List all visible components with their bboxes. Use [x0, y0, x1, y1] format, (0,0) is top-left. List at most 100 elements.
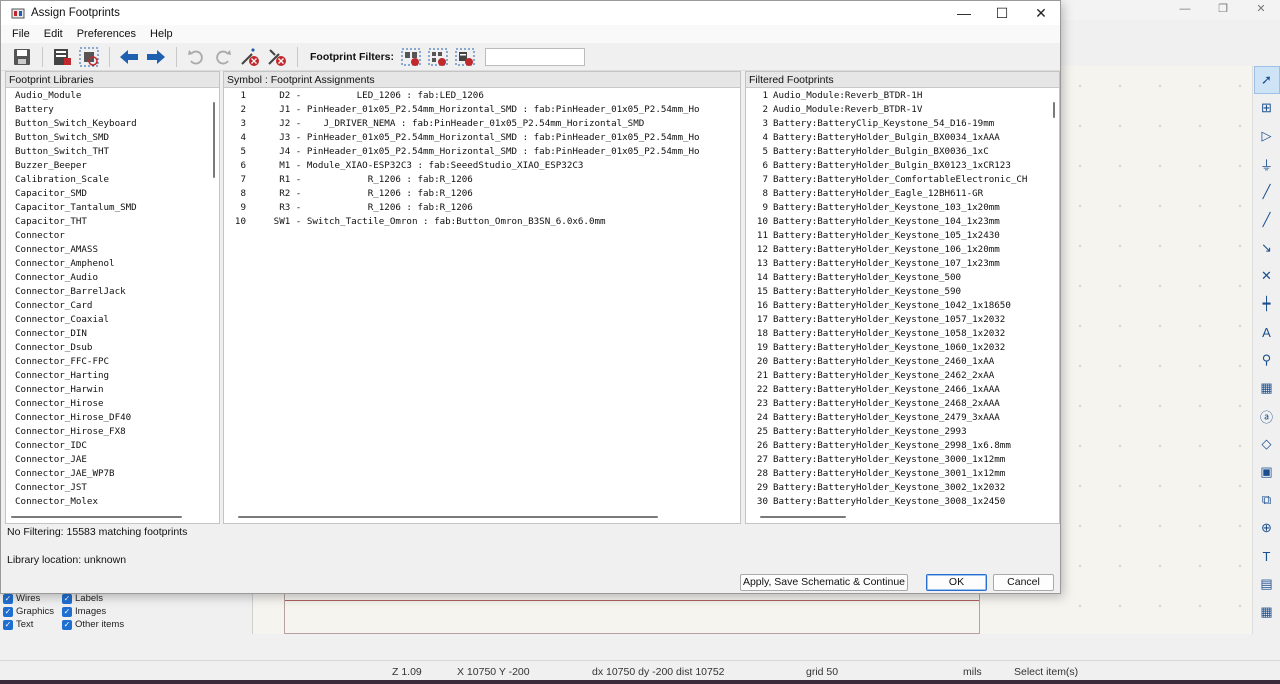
- menu-preferences[interactable]: Preferences: [70, 28, 143, 40]
- footprint-row[interactable]: 8 Battery:BatteryHolder_Eagle_12BH611-GR: [746, 187, 1059, 201]
- assignment-row[interactable]: 8 R2 - R_1206 : fab:R_1206: [224, 187, 740, 201]
- maximize-icon[interactable]: ☐: [983, 1, 1021, 25]
- footprint-row[interactable]: 12 Battery:BatteryHolder_Keystone_106_1x2…: [746, 243, 1059, 257]
- wire-tool-icon[interactable]: ╱: [1254, 178, 1280, 206]
- delete-all-associations-icon[interactable]: [264, 45, 290, 69]
- library-item[interactable]: Calibration_Scale: [15, 173, 219, 187]
- library-item[interactable]: Button_Switch_THT: [15, 145, 219, 159]
- import-sheet-icon[interactable]: ⧉: [1254, 486, 1280, 514]
- assignment-row[interactable]: 6 M1 - Module_XIAO-ESP32C3 : fab:SeeedSt…: [224, 159, 740, 173]
- filter-images-checkbox[interactable]: ✓ Images: [62, 606, 106, 617]
- library-item[interactable]: Connector_Audio: [15, 271, 219, 285]
- footprint-filter-input[interactable]: [485, 47, 585, 66]
- library-item[interactable]: Connector_Hirose_FX8: [15, 425, 219, 439]
- filter-labels-checkbox[interactable]: ✓ Labels: [62, 593, 103, 604]
- footprint-row[interactable]: 17 Battery:BatteryHolder_Keystone_1057_1x…: [746, 313, 1059, 327]
- footprint-row[interactable]: 13 Battery:BatteryHolder_Keystone_107_1x2…: [746, 257, 1059, 271]
- library-item[interactable]: Capacitor_Tantalum_SMD: [15, 201, 219, 215]
- select-tool-icon[interactable]: ➚: [1253, 66, 1280, 94]
- footprint-row[interactable]: 28 Battery:BatteryHolder_Keystone_3001_1x…: [746, 467, 1059, 481]
- undo-icon[interactable]: [183, 45, 209, 69]
- redo-icon[interactable]: [210, 45, 236, 69]
- footprint-row[interactable]: 16 Battery:BatteryHolder_Keystone_1042_1x…: [746, 299, 1059, 313]
- library-item[interactable]: Connector_Hirose: [15, 397, 219, 411]
- library-item[interactable]: Audio_Module: [15, 89, 219, 103]
- filter-other-items-checkbox[interactable]: ✓ Other items: [62, 619, 124, 630]
- footprint-row[interactable]: 19 Battery:BatteryHolder_Keystone_1060_1x…: [746, 341, 1059, 355]
- net-label-icon[interactable]: A: [1254, 318, 1280, 346]
- footprint-libraries-list[interactable]: Audio_Module Battery Button_Switch_Keyboar…: [6, 88, 219, 509]
- text-tool-icon[interactable]: T: [1254, 542, 1280, 570]
- bus-entry-icon[interactable]: ↘: [1254, 234, 1280, 262]
- assignments-horizontal-scrollbar[interactable]: [238, 516, 658, 518]
- library-item[interactable]: Connector_AMASS: [15, 243, 219, 257]
- restore-icon[interactable]: ❐: [1204, 0, 1242, 20]
- footprint-row[interactable]: 26 Battery:BatteryHolder_Keystone_2998_1x…: [746, 439, 1059, 453]
- apply-save-continue-button[interactable]: Apply, Save Schematic & Continue: [740, 574, 908, 591]
- library-item[interactable]: Connector_Harting: [15, 369, 219, 383]
- power-symbol-icon[interactable]: ⏚: [1254, 150, 1280, 178]
- library-item[interactable]: Buzzer_Beeper: [15, 159, 219, 173]
- sheet-pin-icon[interactable]: ⊕: [1254, 514, 1280, 542]
- footprint-library-icon[interactable]: [49, 45, 75, 69]
- next-unassigned-icon[interactable]: [143, 45, 169, 69]
- filtered-horizontal-scrollbar[interactable]: [760, 516, 846, 518]
- assignment-row[interactable]: 7 R1 - R_1206 : fab:R_1206: [224, 173, 740, 187]
- textbox-tool-icon[interactable]: ▤: [1254, 570, 1280, 598]
- assignment-row[interactable]: 10 SW1 - Switch_Tactile_Omron : fab:Butt…: [224, 215, 740, 229]
- save-icon[interactable]: [9, 45, 35, 69]
- filter-by-keywords-icon[interactable]: [398, 45, 424, 69]
- footprint-row[interactable]: 24 Battery:BatteryHolder_Keystone_2479_3x…: [746, 411, 1059, 425]
- filtered-vertical-scrollbar[interactable]: [1053, 102, 1055, 118]
- library-item[interactable]: Button_Switch_SMD: [15, 131, 219, 145]
- footprint-row[interactable]: 25 Battery:BatteryHolder_Keystone_2993: [746, 425, 1059, 439]
- filter-by-pin-count-icon[interactable]: [425, 45, 451, 69]
- filter-graphics-checkbox[interactable]: ✓ Graphics: [3, 606, 54, 617]
- auto-associate-icon[interactable]: [237, 45, 263, 69]
- footprint-row[interactable]: 14 Battery:BatteryHolder_Keystone_500: [746, 271, 1059, 285]
- library-item[interactable]: Connector_JAE_WP7B: [15, 467, 219, 481]
- close-icon[interactable]: ✕: [1242, 0, 1280, 20]
- library-item[interactable]: Button_Switch_Keyboard: [15, 117, 219, 131]
- minimize-icon[interactable]: —: [945, 1, 983, 25]
- library-item[interactable]: Connector_Hirose_DF40: [15, 411, 219, 425]
- footprint-row[interactable]: 29 Battery:BatteryHolder_Keystone_3002_1x…: [746, 481, 1059, 495]
- footprint-row[interactable]: 30 Battery:BatteryHolder_Keystone_3008_1x…: [746, 495, 1059, 509]
- footprint-row[interactable]: 9 Battery:BatteryHolder_Keystone_103_1x20…: [746, 201, 1059, 215]
- assignment-row[interactable]: 4 J3 - PinHeader_01x05_P2.54mm_Horizonta…: [224, 131, 740, 145]
- library-item[interactable]: Connector_JAE: [15, 453, 219, 467]
- junction-icon[interactable]: ┿: [1254, 290, 1280, 318]
- view-footprint-icon[interactable]: [76, 45, 102, 69]
- filtered-footprints-list[interactable]: 1 Audio_Module:Reverb_BTDR-1H 2 Audio_Modul…: [746, 88, 1059, 509]
- footprint-row[interactable]: 23 Battery:BatteryHolder_Keystone_2468_2x…: [746, 397, 1059, 411]
- net-class-icon[interactable]: ⚲: [1254, 346, 1280, 374]
- footprint-row[interactable]: 15 Battery:BatteryHolder_Keystone_590: [746, 285, 1059, 299]
- footprint-row[interactable]: 22 Battery:BatteryHolder_Keystone_2466_1x…: [746, 383, 1059, 397]
- library-item[interactable]: Connector_Dsub: [15, 341, 219, 355]
- sheet-tool-icon[interactable]: ▣: [1254, 458, 1280, 486]
- library-item[interactable]: Connector_Molex: [15, 495, 219, 509]
- ok-button[interactable]: OK: [926, 574, 987, 591]
- cancel-button[interactable]: Cancel: [993, 574, 1054, 591]
- libraries-vertical-scrollbar[interactable]: [213, 102, 215, 178]
- library-item[interactable]: Connector_JST: [15, 481, 219, 495]
- footprint-row[interactable]: 21 Battery:BatteryHolder_Keystone_2462_2x…: [746, 369, 1059, 383]
- assignment-row[interactable]: 3 J2 - J_DRIVER_NEMA : fab:PinHeader_01x…: [224, 117, 740, 131]
- library-item[interactable]: Connector_DIN: [15, 327, 219, 341]
- footprint-row[interactable]: 11 Battery:BatteryHolder_Keystone_105_1x2…: [746, 229, 1059, 243]
- library-item[interactable]: Connector: [15, 229, 219, 243]
- library-item[interactable]: Connector_FFC-FPC: [15, 355, 219, 369]
- menu-file[interactable]: File: [5, 28, 37, 40]
- footprint-row[interactable]: 7 Battery:BatteryHolder_ComfortableElectr…: [746, 173, 1059, 187]
- assignment-row[interactable]: 2 J1 - PinHeader_01x05_P2.54mm_Horizonta…: [224, 103, 740, 117]
- library-item[interactable]: Connector_Harwin: [15, 383, 219, 397]
- footprint-row[interactable]: 1 Audio_Module:Reverb_BTDR-1H: [746, 89, 1059, 103]
- hierarchical-pin-icon[interactable]: ◇: [1254, 430, 1280, 458]
- footprint-row[interactable]: 4 Battery:BatteryHolder_Bulgin_BX0034_1xA…: [746, 131, 1059, 145]
- footprint-row[interactable]: 10 Battery:BatteryHolder_Keystone_104_1x2…: [746, 215, 1059, 229]
- previous-unassigned-icon[interactable]: [116, 45, 142, 69]
- library-item[interactable]: Connector_Card: [15, 299, 219, 313]
- add-symbol-icon[interactable]: ▷: [1254, 122, 1280, 150]
- footprint-row[interactable]: 5 Battery:BatteryHolder_Bulgin_BX0036_1xC: [746, 145, 1059, 159]
- library-item[interactable]: Capacitor_THT: [15, 215, 219, 229]
